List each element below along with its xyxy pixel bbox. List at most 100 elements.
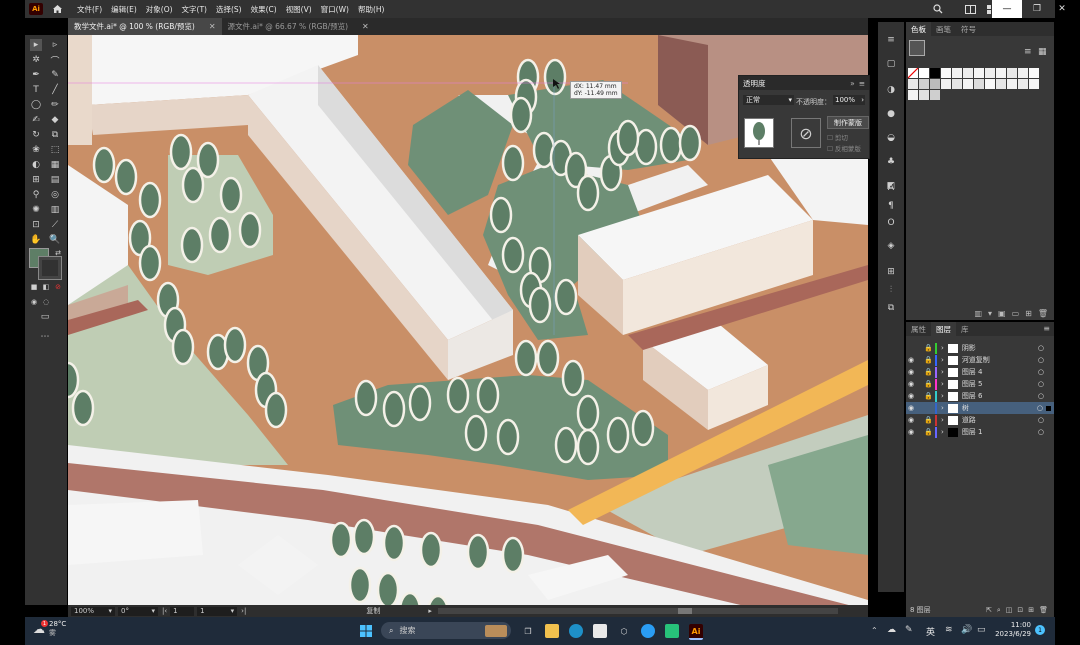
visibility-eye-icon[interactable]: ◉ — [908, 404, 918, 412]
new-color-group-icon[interactable]: ▭ — [1012, 309, 1020, 318]
opentype-icon[interactable]: O — [885, 217, 897, 229]
task-view-icon[interactable]: ❐ — [521, 624, 535, 638]
swatch-libraries-icon[interactable]: ▥ — [974, 309, 982, 318]
volume-icon[interactable]: 🔊 — [961, 625, 972, 635]
draw-mode-icon[interactable]: ◉ — [28, 296, 40, 308]
selection-tool-icon[interactable]: ▸ — [30, 39, 42, 51]
tray-chevron-icon[interactable]: ⌃ — [871, 626, 878, 635]
tab-swatches[interactable]: 色板 — [906, 22, 931, 36]
tab-properties[interactable]: 属性 — [906, 322, 931, 336]
next-artboard-icon[interactable]: ›| — [241, 607, 246, 615]
lock-icon[interactable]: 🔒 — [924, 380, 933, 388]
expand-chevron-icon[interactable]: › — [941, 416, 944, 424]
transparency-panel-header[interactable]: 透明度 » ≡ — [739, 76, 869, 90]
lock-icon[interactable]: 🔒 — [924, 344, 933, 352]
expand-chevron-icon[interactable]: › — [941, 380, 944, 388]
more-tools-icon[interactable]: ⋯ — [39, 331, 51, 343]
align-icon[interactable]: ⫶ — [885, 284, 897, 296]
target-icon[interactable]: ○ — [1038, 428, 1044, 436]
expand-chevron-icon[interactable]: › — [941, 356, 944, 364]
paragraph-icon[interactable]: ¶ — [885, 200, 897, 212]
menu-effect[interactable]: 效果(C) — [251, 4, 277, 15]
gradient-tool-icon[interactable]: ▤ — [49, 174, 61, 186]
close-button[interactable]: ✕ — [1047, 0, 1077, 18]
graphic-styles-icon[interactable]: ◒ — [885, 132, 897, 144]
screen-mode-icon[interactable]: ▭ — [39, 311, 51, 323]
list-view-icon[interactable]: ≡ — [1024, 47, 1032, 57]
zoom-select[interactable]: 100% ▾ — [71, 606, 115, 616]
layer-row-6[interactable]: ◉ 🔒 › 道路 ○ — [906, 414, 1054, 426]
graph-tool-icon[interactable]: ▥ — [49, 204, 61, 216]
lock-icon[interactable]: 🔒 — [924, 356, 933, 364]
target-icon[interactable]: ○ — [1038, 392, 1044, 400]
perspective-grid-icon[interactable]: ▦ — [49, 159, 61, 171]
layer-row-0[interactable]: 🔒 › 阴影 ○ — [906, 342, 1054, 354]
close-icon[interactable]: ✕ — [362, 22, 369, 31]
expand-chevron-icon[interactable]: › — [941, 428, 944, 436]
delete-icon[interactable]: 🗑 — [1038, 309, 1048, 318]
layer-row-1[interactable]: ◉ 🔒 › 河道复制 ○ — [906, 354, 1054, 366]
taskbar-search-box[interactable]: ⌕ 搜索 — [381, 622, 511, 639]
export-icon[interactable]: ⇱ — [986, 606, 992, 614]
illustrator-taskbar-icon[interactable]: Ai — [689, 624, 703, 640]
magic-wand-icon[interactable]: ✲ — [30, 54, 42, 66]
battery-icon[interactable]: ▭ — [977, 625, 986, 635]
warp-tool-icon[interactable]: ❀ — [30, 144, 42, 156]
appearance-icon[interactable]: ● — [885, 108, 897, 120]
menu-help[interactable]: 帮助(H) — [358, 4, 385, 15]
visibility-eye-icon[interactable]: ◉ — [908, 416, 918, 424]
visibility-eye-icon[interactable]: ◉ — [908, 356, 918, 364]
expand-chevron-icon[interactable]: › — [941, 368, 944, 376]
mesh-tool-icon[interactable]: ⊞ — [30, 174, 42, 186]
close-icon[interactable]: ✕ — [209, 22, 216, 31]
comments-icon[interactable]: ▢ — [885, 58, 897, 70]
selection-indicator[interactable] — [1046, 405, 1051, 411]
menu-object[interactable]: 对象(O) — [146, 4, 173, 15]
weather-widget[interactable]: ☁ 1 28°C 雾 — [33, 620, 66, 638]
layer-row-7[interactable]: ◉ 🔒 › 图层 1 ○ — [906, 426, 1054, 438]
make-clip-mask-icon[interactable]: ◫ — [1006, 606, 1013, 614]
visibility-eye-icon[interactable]: ◉ — [908, 380, 918, 388]
none-mode-icon[interactable]: ⊘ — [52, 281, 64, 293]
make-mask-button[interactable]: 制作蒙版 — [827, 116, 869, 129]
target-icon[interactable]: ○ — [1038, 416, 1044, 424]
file-explorer-icon[interactable] — [545, 624, 559, 638]
lasso-icon[interactable]: ⌒ — [49, 54, 61, 67]
blend-tool-icon[interactable]: ◎ — [49, 189, 61, 201]
properties-icon[interactable]: ≡ — [885, 34, 897, 46]
expand-chevron-icon[interactable]: › — [941, 344, 944, 352]
swatch-kinds-icon[interactable]: ▾ — [988, 309, 992, 318]
visibility-eye-icon[interactable]: ◉ — [908, 428, 918, 436]
target-icon[interactable]: ○ — [1038, 368, 1044, 376]
eraser-icon[interactable]: ◆ — [49, 114, 61, 126]
swatch-options-icon[interactable]: ▣ — [998, 309, 1006, 318]
pathfinder-icon[interactable]: ⧉ — [885, 302, 897, 314]
start-menu-icon[interactable] — [359, 624, 373, 638]
clip-checkbox[interactable]: ☐ 剪切 — [827, 132, 848, 142]
search-layer-icon[interactable]: ⌕ — [997, 606, 1001, 615]
collapse-icon[interactable]: » — [850, 79, 855, 88]
lock-icon[interactable]: 🔒 — [924, 428, 933, 436]
lock-icon[interactable]: 🔒 — [924, 416, 933, 424]
tray-pen-icon[interactable]: ✎ — [905, 625, 913, 635]
tab-symbols[interactable]: 符号 — [956, 22, 981, 36]
horizontal-scrollbar[interactable] — [437, 608, 838, 614]
menu-window[interactable]: 窗口(W) — [321, 4, 349, 15]
draw-behind-icon[interactable]: ◌ — [40, 296, 52, 308]
expand-chevron-icon[interactable]: › — [941, 392, 944, 400]
tab-teaching-file[interactable]: 教学文件.ai* @ 100 % (RGB/预览) ✕ — [68, 18, 222, 35]
target-icon[interactable]: ○ — [1038, 380, 1044, 388]
home-icon[interactable] — [51, 3, 63, 15]
scroll-thumb[interactable] — [677, 608, 692, 614]
shaper-tool-icon[interactable]: ✍ — [30, 114, 42, 126]
menu-type[interactable]: 文字(T) — [182, 4, 207, 15]
chevron-right-icon[interactable]: › — [861, 96, 864, 104]
new-layer-icon[interactable]: ⊞ — [1028, 606, 1034, 614]
menu-edit[interactable]: 编辑(E) — [111, 4, 137, 15]
object-thumbnail[interactable] — [744, 118, 774, 148]
color-guide-icon[interactable]: ◈ — [885, 240, 897, 252]
layer-row-5[interactable]: ◉ › 树 ○ — [906, 402, 1054, 414]
messenger-icon[interactable] — [665, 624, 679, 638]
artboard-tool-icon[interactable]: ⊡ — [30, 219, 42, 231]
lock-icon[interactable]: 🔒 — [924, 368, 933, 376]
